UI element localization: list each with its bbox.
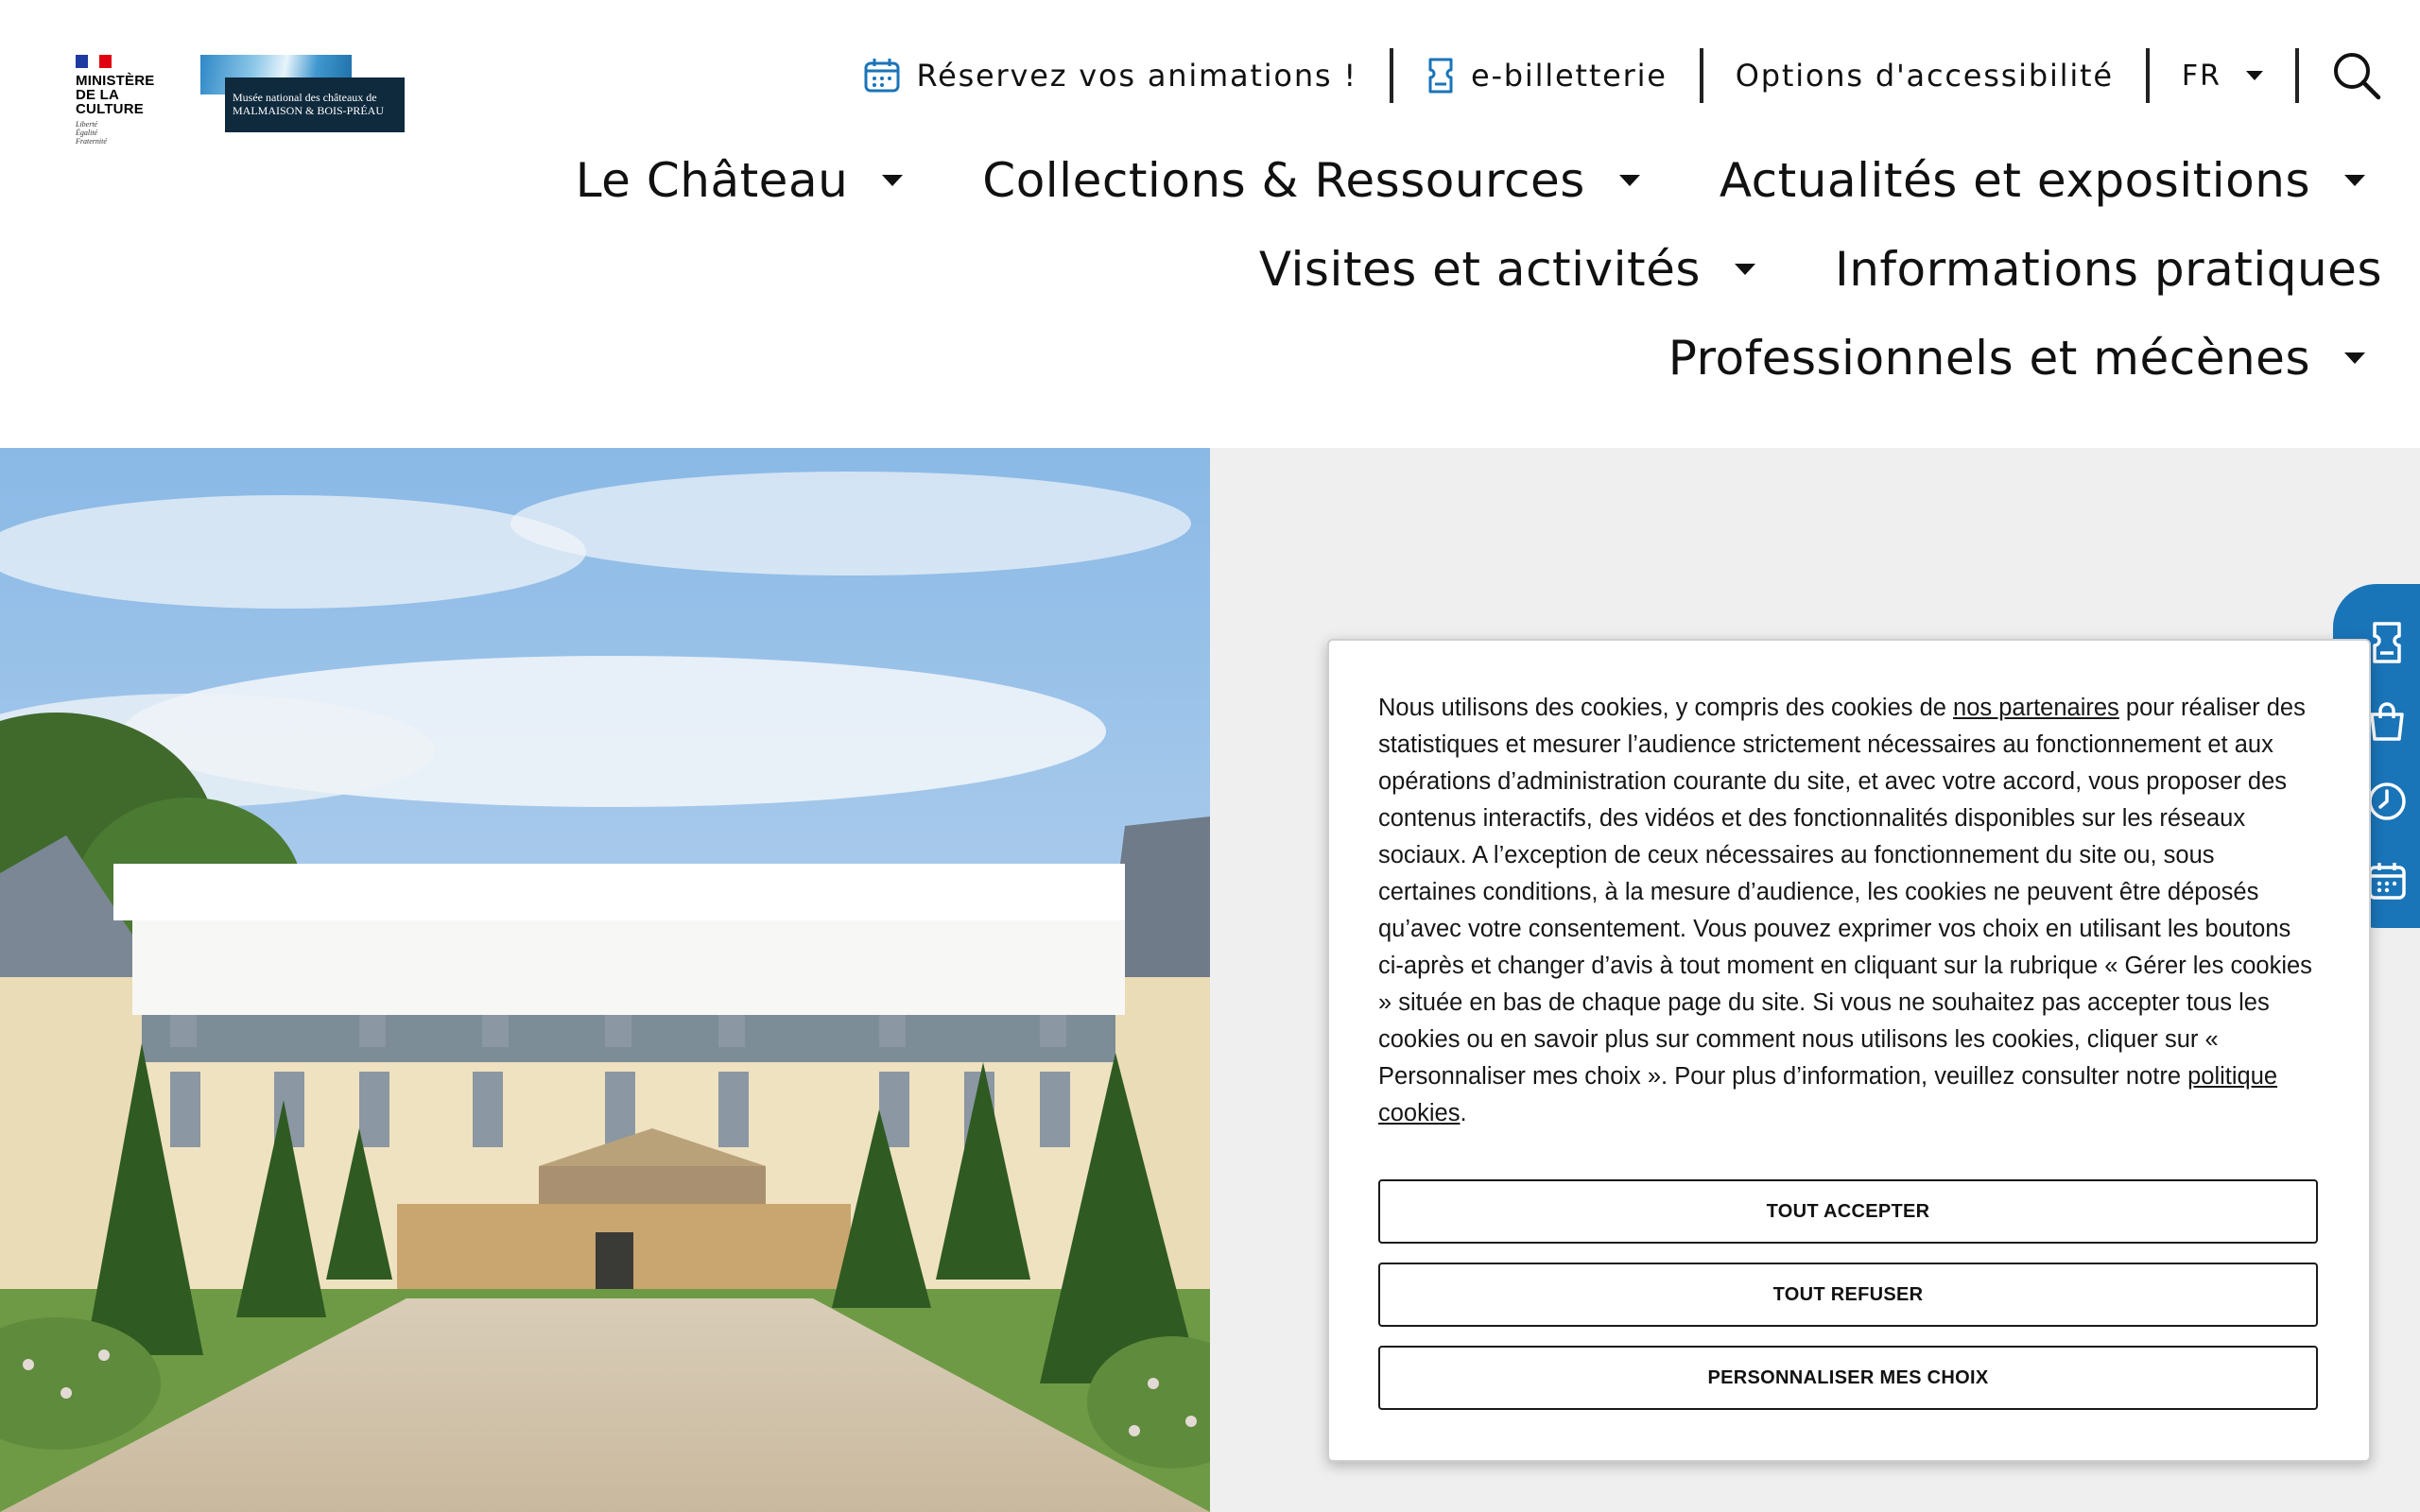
refuse-all-button[interactable]: TOUT REFUSER <box>1378 1263 2318 1327</box>
reserve-animations-label: Réservez vos animations ! <box>916 58 1357 94</box>
separator <box>1699 48 1703 103</box>
ministere-culture-logo[interactable]: MINISTÈRE DE LA CULTURE Liberté Égalité … <box>76 55 189 146</box>
customize-choices-button[interactable]: PERSONNALISER MES CHOIX <box>1378 1346 2318 1410</box>
motto-liberte: Liberté <box>76 120 98 129</box>
partners-link[interactable]: nos partenaires <box>1953 695 2119 721</box>
musee-malmaison-logo[interactable]: Musée national des châteaux de MALMAISON… <box>200 55 405 132</box>
e-billetterie-link[interactable]: e-billetterie <box>1426 57 1668 94</box>
caret-down-icon <box>1618 175 1640 186</box>
accessibility-options-link[interactable]: Options d'accessibilité <box>1736 58 2114 94</box>
separator <box>2295 48 2299 103</box>
e-billetterie-label: e-billetterie <box>1470 58 1668 94</box>
separator <box>1389 48 1393 103</box>
nav-item-collections[interactable]: Collections & Ressources <box>982 153 1640 208</box>
nav-item-label: Collections & Ressources <box>982 153 1585 208</box>
nav-item-label: Informations pratiques <box>1834 242 2382 297</box>
cookie-text-end: . <box>1460 1100 1467 1126</box>
motto-fraternite: Fraternité <box>76 137 107 146</box>
cookie-text-middle: pour réaliser des statistiques et mesure… <box>1378 695 2312 1090</box>
cookie-text-start: Nous utilisons des cookies, y compris de… <box>1378 695 1954 721</box>
chateau-hero-image <box>0 448 1210 1512</box>
ministere-line2: DE LA CULTURE <box>76 87 144 117</box>
accessibility-options-label: Options d'accessibilité <box>1735 58 2114 94</box>
nav-row-3: Professionnels et mécènes <box>1668 331 2382 386</box>
cookie-message: Nous utilisons des cookies, y compris de… <box>1378 690 2316 1132</box>
nav-item-professionnels[interactable]: Professionnels et mécènes <box>1668 331 2365 386</box>
nav-item-label: Le Château <box>575 153 849 208</box>
caret-down-icon <box>882 175 904 186</box>
musee-line1: Musée national des châteaux de <box>233 91 377 104</box>
site-header: MINISTÈRE DE LA CULTURE Liberté Égalité … <box>0 0 2420 448</box>
nav-item-label: Actualités et expositions <box>1719 153 2310 208</box>
language-value: FR <box>2181 59 2221 93</box>
musee-line2: MALMAISON & BOIS-PRÉAU <box>233 104 385 117</box>
language-selector[interactable]: FR <box>2182 60 2263 93</box>
cookie-consent-dialog: Nous utilisons des cookies, y compris de… <box>1327 639 2371 1462</box>
nav-item-visites[interactable]: Visites et activités <box>1259 242 1755 297</box>
search-icon[interactable] <box>2331 50 2382 101</box>
nav-row-2: Visites et activités Informations pratiq… <box>1259 242 2382 297</box>
caret-down-icon <box>1734 264 1755 275</box>
ministere-line1: MINISTÈRE <box>76 73 155 89</box>
separator <box>2145 48 2150 103</box>
nav-item-label: Visites et activités <box>1258 242 1701 297</box>
caret-down-icon <box>2344 175 2365 186</box>
nav-item-informations[interactable]: Informations pratiques <box>1835 242 2382 297</box>
nav-row-1: Le Château Collections & Ressources Actu… <box>576 153 2382 208</box>
accept-all-button[interactable]: TOUT ACCEPTER <box>1378 1179 2318 1244</box>
ticket-icon <box>1426 57 1456 94</box>
ministere-motto: Liberté Égalité Fraternité <box>76 120 189 146</box>
reserve-animations-link[interactable]: Réservez vos animations ! <box>863 57 1357 94</box>
logo-plate: Musée national des châteaux de MALMAISON… <box>225 77 405 132</box>
calendar-icon <box>863 57 901 94</box>
french-flag-icon <box>76 55 112 68</box>
nav-item-label: Professionnels et mécènes <box>1668 331 2310 386</box>
caret-down-icon <box>2344 352 2365 364</box>
utility-bar: Réservez vos animations ! e-billetterie … <box>863 47 2382 104</box>
chevron-down-icon <box>2246 71 2263 80</box>
motto-egalite: Égalité <box>76 129 98 137</box>
nav-item-actualites[interactable]: Actualités et expositions <box>1720 153 2365 208</box>
nav-item-le-chateau[interactable]: Le Château <box>576 153 904 208</box>
